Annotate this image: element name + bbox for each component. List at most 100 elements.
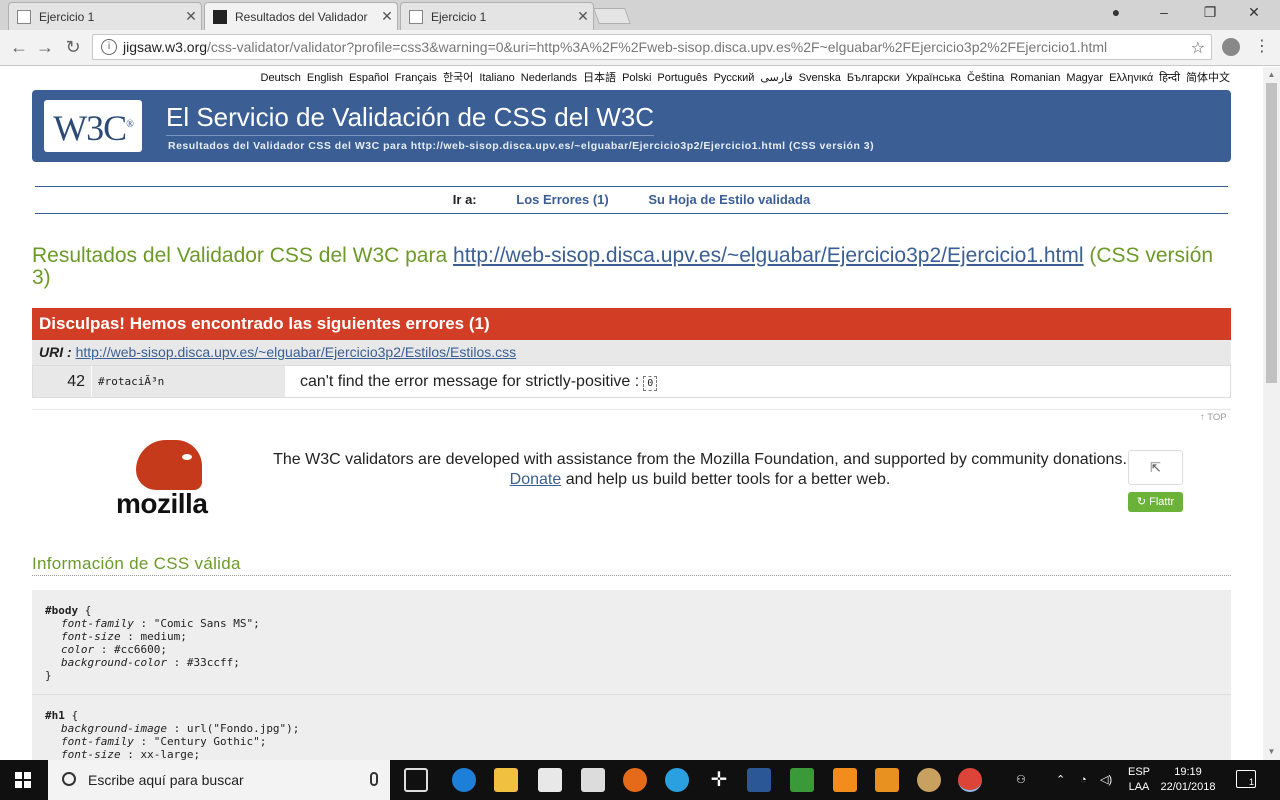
- page-icon: [409, 9, 423, 24]
- mozilla-dinosaur-icon: [136, 440, 202, 490]
- stylesheet-link[interactable]: Su Hoja de Estilo validada: [648, 192, 810, 207]
- language-link[interactable]: Italiano: [479, 72, 514, 84]
- windows-logo-icon: [15, 772, 31, 788]
- volume-icon[interactable]: ◁): [1100, 760, 1112, 800]
- browser-toolbar: ← → ↻ i jigsaw.w3.org /css-validator/val…: [0, 30, 1280, 66]
- mozilla-wordmark: mozilla: [116, 488, 208, 519]
- page-scrollbar[interactable]: ▲ ▼: [1263, 67, 1280, 760]
- flattr-button[interactable]: ↻ Flattr: [1128, 492, 1183, 512]
- language-link[interactable]: Nederlands: [521, 72, 577, 84]
- tab-ejercicio-1-second[interactable]: Ejercicio 1 ✕: [400, 2, 594, 30]
- pdf-app-icon[interactable]: [833, 768, 857, 792]
- valid-css-title: Información de CSS válida: [32, 554, 1231, 576]
- restore-icon[interactable]: ❐: [1190, 4, 1230, 21]
- language-link[interactable]: Magyar: [1066, 72, 1103, 84]
- css-declaration: font-family : "Comic Sans MS";: [61, 617, 260, 630]
- valid-css-listing: #body {font-family : "Comic Sans MS"; fon…: [32, 590, 1231, 760]
- language-link[interactable]: Français: [395, 72, 437, 84]
- share-button[interactable]: ⇱: [1128, 450, 1183, 485]
- network-app-icon[interactable]: [790, 768, 814, 792]
- language-link[interactable]: Українська: [906, 72, 961, 84]
- scroll-up-icon[interactable]: ▲: [1263, 67, 1280, 83]
- stylesheet-uri-link[interactable]: http://web-sisop.disca.upv.es/~elguabar/…: [76, 344, 517, 360]
- minimize-icon[interactable]: –: [1144, 4, 1184, 20]
- start-button[interactable]: [0, 760, 46, 800]
- profile-icon[interactable]: ●: [1096, 4, 1136, 20]
- word-icon[interactable]: [747, 768, 771, 792]
- paint-icon[interactable]: [917, 768, 941, 792]
- store-icon[interactable]: [538, 768, 562, 792]
- input-language[interactable]: ESP LAA: [1124, 765, 1154, 795]
- language-link[interactable]: 简体中文: [1186, 72, 1230, 84]
- new-tab-button[interactable]: [593, 8, 631, 24]
- language-link[interactable]: فارسی: [760, 72, 792, 84]
- results-url-link[interactable]: http://web-sisop.disca.upv.es/~elguabar/…: [453, 244, 1084, 267]
- language-link[interactable]: Ελληνικά: [1109, 72, 1153, 84]
- address-bar[interactable]: i jigsaw.w3.org /css-validator/validator…: [92, 34, 1212, 60]
- clock[interactable]: 19:19 22/01/2018: [1158, 765, 1218, 795]
- close-icon[interactable]: ✕: [181, 8, 201, 25]
- tab-label: Resultados del Validador: [235, 9, 368, 24]
- people-icon[interactable]: ⚇: [1016, 760, 1026, 800]
- wifi-icon[interactable]: ◔: [1080, 760, 1087, 800]
- task-view-icon[interactable]: [404, 768, 428, 792]
- goto-nav: Ir a: Los Errores (1) Su Hoja de Estilo …: [35, 186, 1228, 214]
- microphone-icon[interactable]: [370, 772, 378, 786]
- language-link[interactable]: Русский: [714, 72, 755, 84]
- firefox-icon[interactable]: [623, 768, 647, 792]
- window-close-icon[interactable]: ✕: [1234, 4, 1274, 21]
- skype-icon[interactable]: [665, 768, 689, 792]
- language-link[interactable]: Português: [657, 72, 707, 84]
- url-host: jigsaw.w3.org: [123, 39, 208, 55]
- close-icon[interactable]: ✕: [573, 8, 593, 25]
- scroll-down-icon[interactable]: ▼: [1263, 744, 1280, 760]
- language-link[interactable]: Romanian: [1010, 72, 1060, 84]
- scrollbar-thumb[interactable]: [1266, 83, 1277, 383]
- info-icon[interactable]: i: [101, 39, 117, 55]
- page-title: El Servicio de Validación de CSS del W3C: [166, 102, 654, 136]
- extension-icon[interactable]: [1222, 38, 1240, 56]
- move-icon[interactable]: ✛: [707, 768, 731, 792]
- forward-icon[interactable]: →: [34, 37, 56, 58]
- tab-resultados-validador[interactable]: Resultados del Validador ✕: [204, 2, 398, 30]
- notifications-icon[interactable]: 1: [1236, 770, 1256, 788]
- language-link[interactable]: Čeština: [967, 72, 1004, 84]
- errors-link[interactable]: Los Errores (1): [516, 192, 608, 207]
- results-title: Resultados del Validador CSS del W3C par…: [32, 245, 1232, 289]
- page-viewport: Deutsch English Español Français 한국어 Italiano…: [0, 67, 1263, 760]
- donate-link[interactable]: Donate: [510, 471, 562, 488]
- tray-chevron-icon[interactable]: ⌃: [1056, 760, 1065, 800]
- error-context: #rotaciÃ³n: [91, 366, 285, 397]
- language-link[interactable]: 한국어: [443, 72, 473, 84]
- tab-label: Ejercicio 1: [431, 9, 487, 24]
- reload-icon[interactable]: ↻: [62, 37, 84, 58]
- error-message-text: can't find the error message for strictl…: [300, 373, 640, 390]
- language-link[interactable]: Български: [847, 72, 900, 84]
- language-link[interactable]: Svenska: [799, 72, 841, 84]
- language-link[interactable]: Polski: [622, 72, 651, 84]
- windows-taskbar: Escribe aquí para buscar ✛ ⚇ ⌃ ◔ ◁) ESP …: [0, 760, 1280, 800]
- file-explorer-icon[interactable]: [494, 768, 518, 792]
- rule-divider: [32, 694, 1231, 695]
- language-link[interactable]: 日本語: [583, 72, 616, 84]
- taskbar-search[interactable]: Escribe aquí para buscar: [48, 760, 390, 800]
- css-property: font-family: [61, 735, 134, 748]
- media-player-icon[interactable]: [875, 768, 899, 792]
- bookmark-star-icon[interactable]: ☆: [1191, 38, 1205, 58]
- close-icon[interactable]: ✕: [377, 8, 397, 25]
- logo-mark: ®: [126, 119, 134, 130]
- mail-icon[interactable]: [581, 768, 605, 792]
- clock-date: 22/01/2018: [1160, 781, 1216, 793]
- back-icon[interactable]: ←: [8, 37, 30, 58]
- language-link[interactable]: हिन्दी: [1159, 72, 1180, 84]
- tab-ejercicio-1[interactable]: Ejercicio 1 ✕: [8, 2, 202, 30]
- w3c-logo[interactable]: W3C®: [44, 100, 142, 152]
- back-to-top-link[interactable]: ↑ TOP: [1200, 412, 1227, 423]
- mozilla-logo[interactable]: mozilla: [116, 440, 220, 520]
- chrome-icon[interactable]: [958, 768, 982, 792]
- menu-icon[interactable]: ⋮: [1254, 36, 1270, 56]
- language-link[interactable]: English: [307, 72, 343, 84]
- language-link[interactable]: Deutsch: [261, 72, 301, 84]
- language-link[interactable]: Español: [349, 72, 389, 84]
- edge-icon[interactable]: [452, 768, 476, 792]
